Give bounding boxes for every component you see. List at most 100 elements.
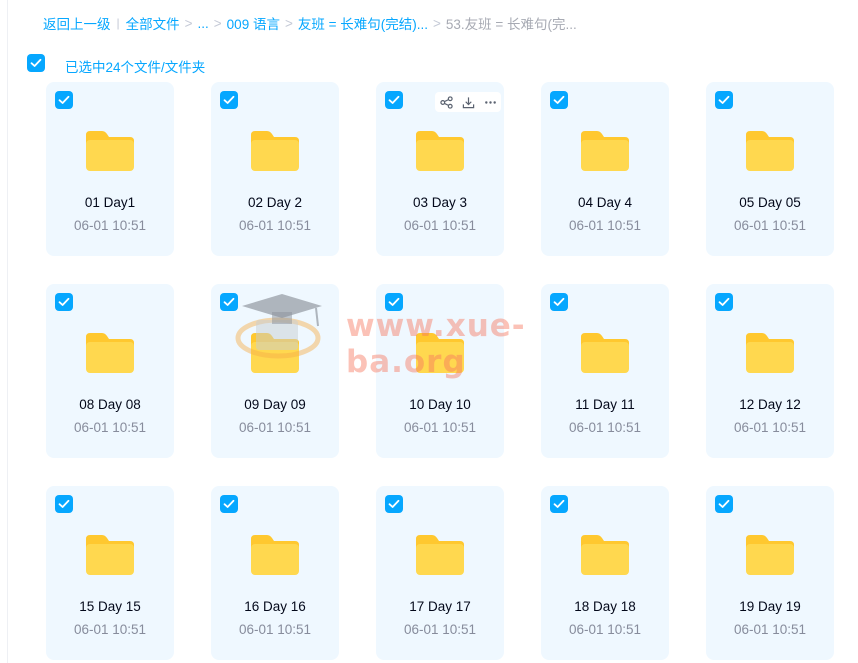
breadcrumb: 返回上一级 | 全部文件 > ... > 009 语言 > 友班 = 长难句(完… xyxy=(43,13,577,33)
folder-name: 12 Day 12 xyxy=(739,397,801,412)
folder-card[interactable]: 02 Day 2 06-01 10:51 xyxy=(211,82,339,256)
folder-name: 16 Day 16 xyxy=(244,599,306,614)
folder-card[interactable]: 05 Day 05 06-01 10:51 xyxy=(706,82,834,256)
checkmark-icon xyxy=(223,297,235,306)
folder-card[interactable]: 03 Day 3 06-01 10:51 xyxy=(376,82,504,256)
folder-card[interactable]: 15 Day 15 06-01 10:51 xyxy=(46,486,174,660)
checkmark-icon xyxy=(388,297,400,306)
folder-modified-date: 06-01 10:51 xyxy=(403,622,477,637)
folder-icon xyxy=(86,535,134,575)
folder-select-checkbox[interactable] xyxy=(220,293,238,311)
folder-card[interactable]: 01 Day1 06-01 10:51 xyxy=(46,82,174,256)
folder-modified-date: 06-01 10:51 xyxy=(238,218,312,233)
checkmark-icon xyxy=(718,499,730,508)
checkmark-icon xyxy=(58,297,70,306)
file-grid: 01 Day1 06-01 10:51 02 Day 2 06-01 10:51 03 … xyxy=(46,82,834,660)
folder-select-checkbox[interactable] xyxy=(715,495,733,513)
folder-select-checkbox[interactable] xyxy=(550,91,568,109)
folder-icon xyxy=(251,131,299,171)
folder-select-checkbox[interactable] xyxy=(385,91,403,109)
folder-modified-date: 06-01 10:51 xyxy=(733,420,807,435)
folder-name: 01 Day1 xyxy=(84,195,136,210)
folder-select-checkbox[interactable] xyxy=(220,91,238,109)
folder-select-checkbox[interactable] xyxy=(550,293,568,311)
folder-card[interactable]: 10 Day 10 06-01 10:51 xyxy=(376,284,504,458)
breadcrumb-back-link[interactable]: 返回上一级 xyxy=(43,13,111,33)
folder-name: 11 Day 11 xyxy=(575,397,635,412)
folder-card[interactable]: 19 Day 19 06-01 10:51 xyxy=(706,486,834,660)
folder-icon xyxy=(581,535,629,575)
folder-select-checkbox[interactable] xyxy=(55,293,73,311)
folder-icon xyxy=(251,535,299,575)
folder-icon xyxy=(416,131,464,171)
checkmark-icon xyxy=(223,95,235,104)
folder-name: 15 Day 15 xyxy=(79,599,141,614)
folder-icon xyxy=(581,131,629,171)
folder-modified-date: 06-01 10:51 xyxy=(73,218,147,233)
folder-icon xyxy=(86,131,134,171)
folder-modified-date: 06-01 10:51 xyxy=(568,622,642,637)
checkmark-icon xyxy=(553,499,565,508)
breadcrumb-ellipsis-link[interactable]: ... xyxy=(198,16,209,31)
folder-card[interactable]: 17 Day 17 06-01 10:51 xyxy=(376,486,504,660)
folder-modified-date: 06-01 10:51 xyxy=(733,218,807,233)
folder-icon xyxy=(581,333,629,373)
selection-bar: 已选中24个文件/文件夹 xyxy=(27,53,206,75)
folder-card[interactable]: 08 Day 08 06-01 10:51 xyxy=(46,284,174,458)
folder-select-checkbox[interactable] xyxy=(715,293,733,311)
hover-action-bar xyxy=(435,92,501,112)
folder-card[interactable]: 16 Day 16 06-01 10:51 xyxy=(211,486,339,660)
folder-card[interactable]: 04 Day 4 06-01 10:51 xyxy=(541,82,669,256)
folder-name: 02 Day 2 xyxy=(247,195,303,210)
checkmark-icon xyxy=(388,499,400,508)
folder-name: 09 Day 09 xyxy=(244,397,306,412)
folder-select-checkbox[interactable] xyxy=(385,495,403,513)
folder-name: 18 Day 18 xyxy=(574,599,636,614)
folder-card[interactable]: 09 Day 09 06-01 10:51 xyxy=(211,284,339,458)
folder-select-checkbox[interactable] xyxy=(715,91,733,109)
breadcrumb-separator-icon: > xyxy=(184,15,193,31)
folder-name: 19 Day 19 xyxy=(739,599,801,614)
folder-modified-date: 06-01 10:51 xyxy=(568,218,642,233)
checkmark-icon xyxy=(553,297,565,306)
folder-icon xyxy=(416,535,464,575)
folder-modified-date: 06-01 10:51 xyxy=(568,420,642,435)
folder-icon xyxy=(746,535,794,575)
checkmark-icon xyxy=(388,95,400,104)
checkmark-icon xyxy=(223,499,235,508)
breadcrumb-separator-icon: > xyxy=(432,15,441,31)
more-icon[interactable] xyxy=(482,94,498,110)
folder-card[interactable]: 18 Day 18 06-01 10:51 xyxy=(541,486,669,660)
folder-select-checkbox[interactable] xyxy=(55,91,73,109)
folder-icon xyxy=(86,333,134,373)
folder-select-checkbox[interactable] xyxy=(220,495,238,513)
folder-name: 08 Day 08 xyxy=(79,397,141,412)
breadcrumb-level1-link[interactable]: 009 语言 xyxy=(227,13,280,33)
folder-select-checkbox[interactable] xyxy=(55,495,73,513)
folder-name: 03 Day 3 xyxy=(412,195,468,210)
select-all-checkbox[interactable] xyxy=(27,54,45,72)
folder-card[interactable]: 11 Day 11 06-01 10:51 xyxy=(541,284,669,458)
folder-name: 05 Day 05 xyxy=(739,195,801,210)
selection-count: 已选中24个文件/文件夹 xyxy=(65,60,206,75)
folder-select-checkbox[interactable] xyxy=(385,293,403,311)
breadcrumb-root-link[interactable]: 全部文件 xyxy=(126,13,180,33)
folder-card[interactable]: 12 Day 12 06-01 10:51 xyxy=(706,284,834,458)
folder-select-checkbox[interactable] xyxy=(550,495,568,513)
download-icon[interactable] xyxy=(460,94,476,110)
breadcrumb-separator-icon: > xyxy=(213,15,222,31)
checkmark-icon xyxy=(553,95,565,104)
checkmark-icon xyxy=(718,297,730,306)
share-icon[interactable] xyxy=(438,94,454,110)
breadcrumb-current: 53.友班 = 长难句(完... xyxy=(445,17,577,32)
folder-modified-date: 06-01 10:51 xyxy=(403,420,477,435)
breadcrumb-level2-link[interactable]: 友班 = 长难句(完结)... xyxy=(298,13,428,33)
checkmark-icon xyxy=(58,499,70,508)
folder-name: 04 Day 4 xyxy=(577,195,633,210)
checkmark-icon xyxy=(58,95,70,104)
folder-icon xyxy=(251,333,299,373)
folder-modified-date: 06-01 10:51 xyxy=(238,622,312,637)
left-divider xyxy=(7,0,8,663)
folder-modified-date: 06-01 10:51 xyxy=(73,420,147,435)
checkmark-icon xyxy=(30,58,42,67)
